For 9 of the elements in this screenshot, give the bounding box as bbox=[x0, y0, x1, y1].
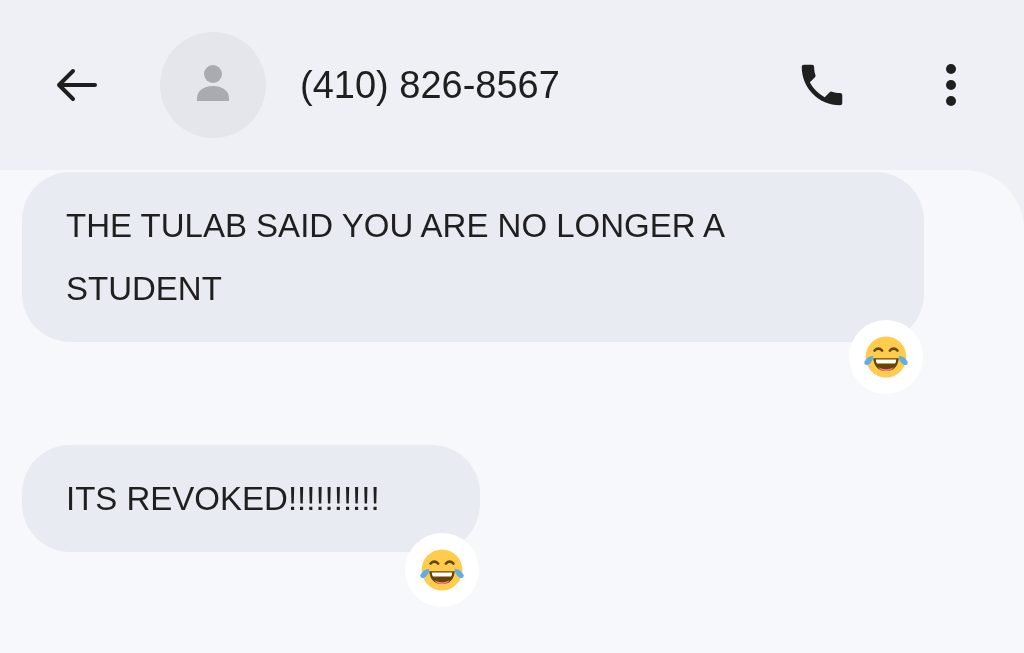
message-text: THE TULAB SAID YOU ARE NO LONGER A STUDENT bbox=[66, 206, 725, 309]
laughing-emoji-icon bbox=[418, 547, 465, 593]
contact-name[interactable]: (410) 826-8567 bbox=[300, 63, 560, 107]
back-icon[interactable] bbox=[55, 68, 97, 102]
more-options-icon[interactable] bbox=[945, 63, 957, 107]
message-bubble[interactable]: THE TULAB SAID YOU ARE NO LONGER A STUDENT bbox=[22, 172, 924, 342]
message-text: ITS REVOKED!!!!!!!!!! bbox=[66, 479, 380, 519]
laughing-emoji-icon bbox=[863, 334, 909, 380]
message-bubble[interactable]: ITS REVOKED!!!!!!!!!! bbox=[22, 445, 480, 552]
